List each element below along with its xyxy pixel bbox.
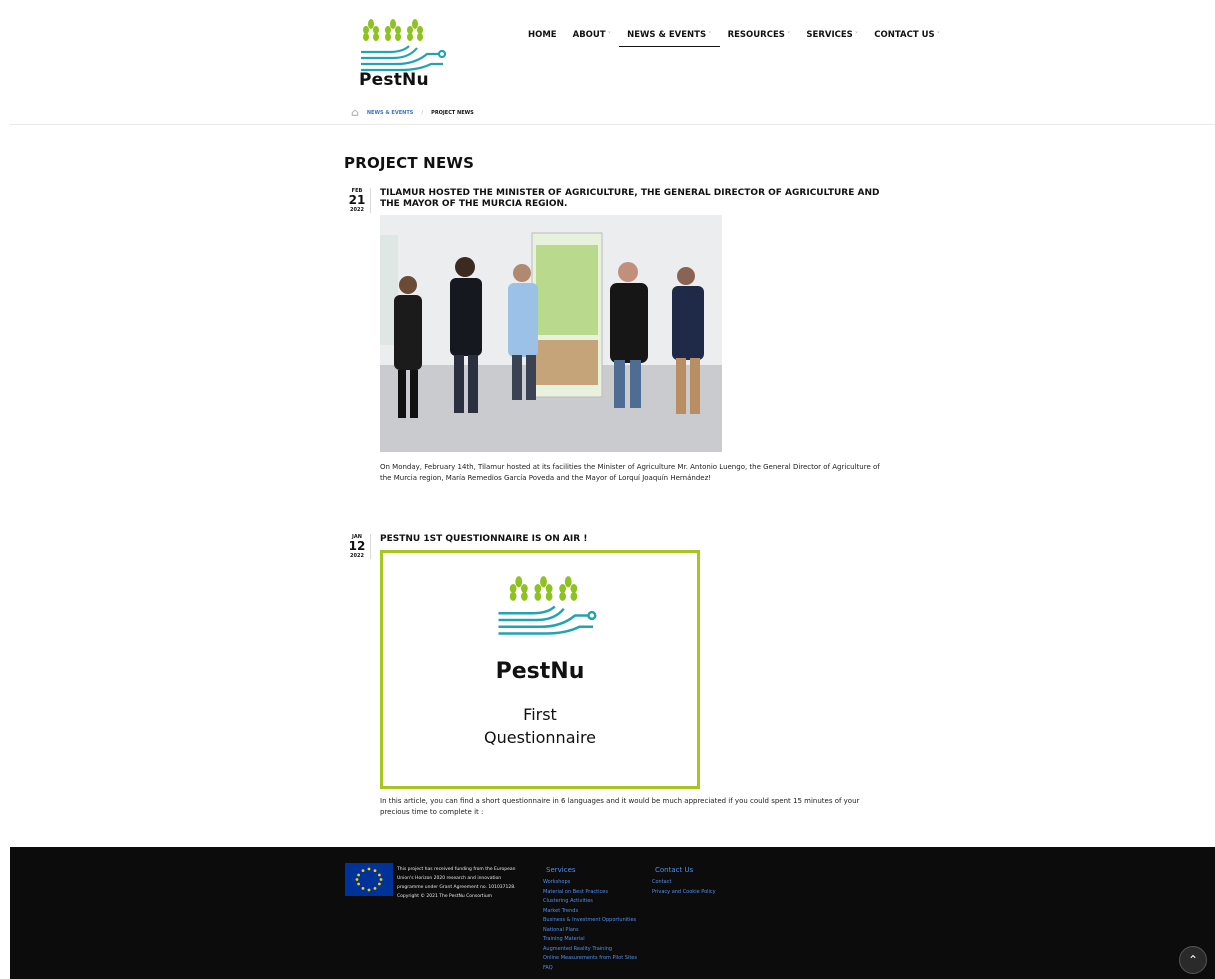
footer-link-training[interactable]: Training Material <box>543 935 637 945</box>
page-title: PROJECT NEWS <box>344 154 475 172</box>
footer-link-clustering[interactable]: Clustering Activities <box>543 897 637 907</box>
footer-link-privacy[interactable]: Privacy and Cookie Policy <box>652 888 716 898</box>
nav-home[interactable]: HOME <box>520 26 565 47</box>
footer-services-list: Workshops Material on Best Practices Clu… <box>543 878 637 973</box>
footer-link-market-trends[interactable]: Market Trends <box>543 907 637 917</box>
post-date: FEB 21 2022 <box>344 188 371 213</box>
breadcrumb-separator: / <box>421 109 424 116</box>
caret-down-icon: ˅ <box>708 31 712 39</box>
footer-link-national-plans[interactable]: National Plans <box>543 926 637 936</box>
footer-link-business[interactable]: Business & Investment Opportunities <box>543 916 637 926</box>
footer-contact-list: Contact Privacy and Cookie Policy <box>652 878 716 897</box>
caret-down-icon: ˅ <box>786 31 791 39</box>
post-body: In this article, you can find a short qu… <box>380 797 860 816</box>
post-body: On Monday, February 14th, Tilamur hosted… <box>380 463 880 482</box>
scroll-to-top-button[interactable]: ⌃ <box>1179 946 1207 974</box>
poster-brand: PestNu <box>495 659 585 684</box>
post-date-year: 2022 <box>350 207 364 213</box>
footer-link-measurements[interactable]: Online Measurements from Pilot Sites <box>543 954 637 964</box>
pestnu-logo-mark <box>498 576 597 635</box>
home-icon[interactable]: ⌂ <box>351 106 359 119</box>
post-title-link[interactable]: PESTNU 1ST QUESTIONNAIRE IS ON AIR ! <box>380 534 880 545</box>
post-date-day: 12 <box>348 539 366 553</box>
nav-news-events[interactable]: NEWS & EVENTS ˅ <box>619 26 720 47</box>
caret-down-icon: ˅ <box>607 31 612 39</box>
questionnaire-poster-image[interactable]: PestNu First Questionnaire <box>380 550 700 789</box>
breadcrumb: ⌂ NEWS & EVENTS / PROJECT NEWS <box>351 106 474 119</box>
chevron-up-icon: ⌃ <box>1187 953 1199 967</box>
nav-resources[interactable]: RESOURCES ˅ <box>720 26 799 47</box>
post-date-year: 2022 <box>350 553 364 559</box>
header-divider <box>10 124 1215 125</box>
breadcrumb-current: PROJECT NEWS <box>431 109 474 116</box>
footer-link-ar-training[interactable]: Augmented Reality Training <box>543 945 637 955</box>
post-date-day: 21 <box>348 193 366 207</box>
footer-link-contact[interactable]: Contact <box>652 878 716 888</box>
breadcrumb-link-news-events[interactable]: NEWS & EVENTS <box>367 110 413 116</box>
post-photo[interactable] <box>380 215 722 452</box>
caret-down-icon: ˅ <box>854 31 859 39</box>
post-date: JAN 12 2022 <box>344 534 371 559</box>
poster-line1: First <box>523 705 557 724</box>
eu-flag-icon <box>345 863 393 896</box>
footer-link-best-practices[interactable]: Material on Best Practices <box>543 888 637 898</box>
funding-notice: This project has received funding from t… <box>397 867 516 899</box>
caret-down-icon: ˅ <box>936 31 941 39</box>
footer-contact-heading: Contact Us <box>655 866 694 874</box>
poster-line2: Questionnaire <box>483 728 597 747</box>
main-nav: HOME ABOUT ˅ NEWS & EVENTS ˅ RESOURCES ˅ SE… <box>520 26 948 47</box>
post-title-link[interactable]: TILAMUR HOSTED THE MINISTER OF AGRICULTU… <box>380 188 880 210</box>
logo-wordmark: PestNu <box>359 70 429 90</box>
nav-about[interactable]: ABOUT ˅ <box>565 26 619 47</box>
footer-link-workshops[interactable]: Workshops <box>543 878 637 888</box>
nav-services[interactable]: SERVICES ˅ <box>798 26 866 47</box>
footer-link-faq[interactable]: FAQ <box>543 964 637 974</box>
nav-contact-us[interactable]: CONTACT US ˅ <box>866 26 948 47</box>
footer-services-heading: Services <box>546 866 576 874</box>
